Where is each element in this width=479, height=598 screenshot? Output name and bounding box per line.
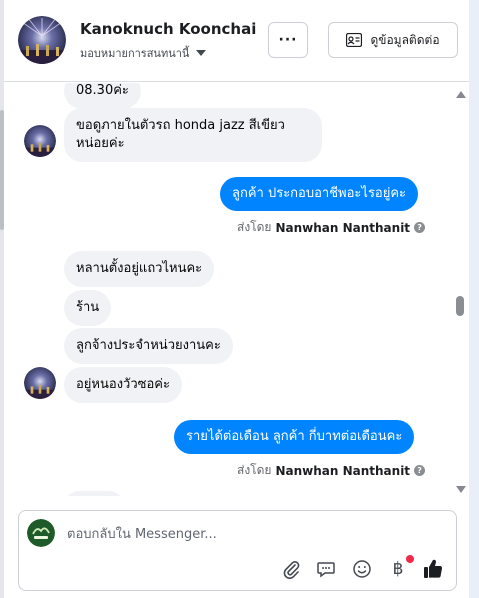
- saved-reply-icon[interactable]: [314, 557, 338, 581]
- message-list[interactable]: 08.30ค่ะ ขอดูภายในตัวรถ honda jazz สีเขี…: [4, 83, 452, 496]
- incoming-message-partial[interactable]: [64, 491, 124, 496]
- reply-composer: ฿: [18, 510, 457, 591]
- view-contact-info-button[interactable]: ดูข้อมูลติดต่อ: [328, 22, 458, 58]
- incoming-message[interactable]: อยู่หนองวัวซอค่ะ: [64, 367, 182, 403]
- chevron-down-icon: [196, 50, 207, 56]
- contact-avatar-small: [24, 367, 56, 399]
- paperclip-icon[interactable]: [279, 557, 303, 581]
- scroll-up-icon[interactable]: [456, 91, 466, 98]
- right-edge-strip: [469, 0, 479, 598]
- incoming-message[interactable]: ขอดูภายในตัวรถ honda jazz สีเขียว หน่อยค…: [64, 108, 322, 162]
- assign-conversation-dropdown[interactable]: มอบหมายการสนทนานี้: [80, 44, 207, 62]
- notification-dot: [406, 555, 414, 563]
- sent-by-label: ส่งโดย Nanwhan Nanthanit ?: [237, 218, 426, 237]
- incoming-message[interactable]: หลานตั้งอยู่แถวไหนคะ: [64, 251, 215, 287]
- help-icon[interactable]: ?: [414, 222, 426, 233]
- contact-card-icon: [346, 33, 363, 47]
- contact-name[interactable]: Kanoknuch Koonchai: [80, 20, 256, 38]
- assign-label: มอบหมายการสนทนานี้: [80, 47, 190, 60]
- more-options-button[interactable]: ···: [268, 22, 308, 58]
- scroll-down-icon[interactable]: [456, 486, 466, 493]
- incoming-message[interactable]: 08.30ค่ะ: [64, 83, 141, 109]
- outgoing-message[interactable]: รายได้ต่อเดือน ลูกค้า กี่บาทต่อเดือนคะ: [174, 420, 415, 454]
- page-avatar: [27, 519, 55, 547]
- help-icon[interactable]: ?: [414, 465, 426, 476]
- emoji-icon[interactable]: [350, 557, 374, 581]
- message-list-scrollbar[interactable]: [452, 83, 469, 496]
- view-contact-info-label: ดูข้อมูลติดต่อ: [370, 32, 440, 47]
- inbox-conversation-panel: Kanoknuch Koonchai มอบหมายการสนทนานี้ ··…: [0, 0, 479, 598]
- reply-input[interactable]: [67, 523, 437, 545]
- sent-by-label: ส่งโดย Nanwhan Nanthanit ?: [237, 461, 426, 480]
- contact-avatar[interactable]: [18, 16, 66, 64]
- contact-avatar-small: [24, 125, 56, 157]
- incoming-message[interactable]: ร้าน: [64, 290, 112, 326]
- scroll-thumb[interactable]: [456, 296, 464, 316]
- incoming-message[interactable]: ลูกจ้างประจำหน่วยงานคะ: [64, 328, 233, 364]
- conversation-header: Kanoknuch Koonchai มอบหมายการสนทนานี้ ··…: [4, 0, 469, 82]
- thumbs-up-icon[interactable]: [421, 557, 445, 581]
- outgoing-message[interactable]: ลูกค้า ประกอบอาชีพอะไรอยู่คะ: [220, 177, 419, 211]
